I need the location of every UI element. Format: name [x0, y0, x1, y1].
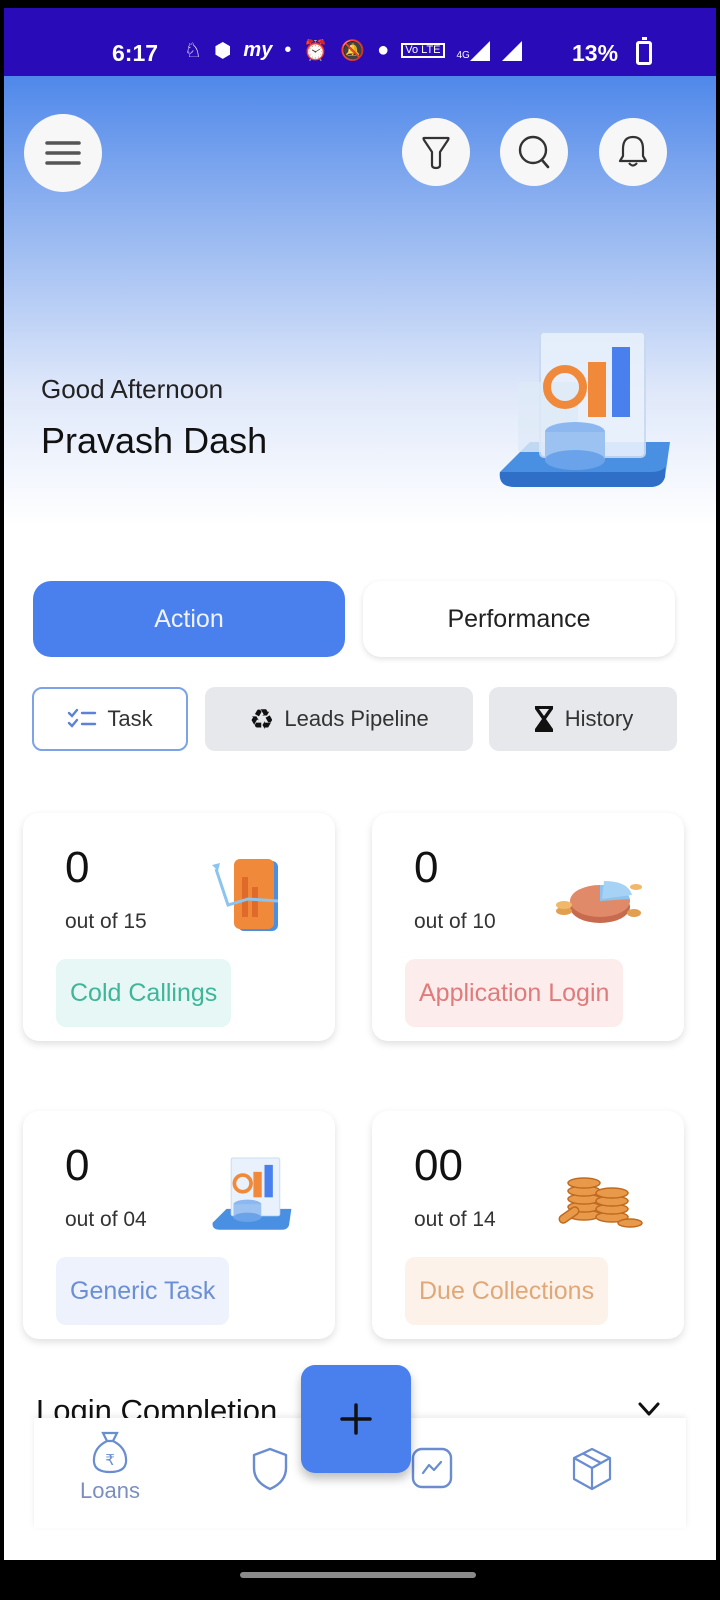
tab-action[interactable]: Action — [33, 581, 345, 657]
filter-button[interactable] — [402, 118, 470, 186]
user-name: Pravash Dash — [41, 420, 268, 461]
dot-icon: • — [284, 39, 292, 61]
card-count: 0 — [65, 843, 90, 892]
signal-4g-icon: 4G — [457, 40, 490, 61]
location-icon: ● — [377, 39, 390, 61]
plus-icon — [340, 1403, 372, 1435]
recycle-icon: ♻ — [249, 703, 275, 735]
chip-task[interactable]: Task — [32, 687, 188, 751]
home-indicator[interactable] — [240, 1572, 476, 1578]
battery-icon — [636, 37, 652, 65]
add-button[interactable] — [301, 1365, 411, 1473]
screen: 6:17 ♘ ⬢ my • ⏰ 🔕 ● Vo LTE 4G 13% Good A… — [0, 0, 720, 1600]
card-count: 0 — [414, 843, 439, 892]
hero-header: Good Afternoon Pravash Dash — [4, 76, 716, 526]
status-icons: ♘ ⬢ my • ⏰ 🔕 ● Vo LTE 4G — [184, 38, 522, 63]
pie-coins-illustration — [556, 881, 642, 923]
card-tag: Cold Callings — [56, 959, 232, 1027]
nav-chart[interactable] — [410, 1446, 454, 1490]
card-tag: Due Collections — [405, 1257, 609, 1325]
search-button[interactable] — [500, 118, 568, 186]
app: 6:17 ♘ ⬢ my • ⏰ 🔕 ● Vo LTE 4G 13% Good A… — [4, 8, 716, 1560]
menu-button[interactable] — [24, 114, 102, 192]
hamburger-menu-icon — [45, 141, 81, 165]
bell-muted-icon: 🔕 — [340, 40, 366, 62]
card-subtitle: out of 14 — [414, 1208, 496, 1231]
card-subtitle: out of 04 — [65, 1208, 147, 1231]
bell-icon — [618, 135, 648, 167]
scooter-icon: ♘ — [184, 40, 202, 62]
battery-percent: 13% — [572, 40, 619, 66]
chip-history-label: History — [564, 706, 634, 731]
nav-shield[interactable] — [250, 1446, 290, 1492]
nav-loans-label: Loans — [80, 1478, 140, 1503]
chart-icon — [411, 1447, 453, 1489]
volte-icon: Vo LTE — [401, 43, 445, 58]
tab-performance[interactable]: Performance — [363, 581, 675, 657]
svg-text:₹: ₹ — [105, 1451, 115, 1469]
card-count: 0 — [65, 1141, 90, 1190]
card-tag: Generic Task — [56, 1257, 230, 1325]
app-icon: ⬢ — [213, 40, 232, 62]
phone-chart-illustration — [212, 859, 279, 931]
card-application-login[interactable]: 0 out of 10 Application Login — [372, 813, 684, 1041]
card-subtitle: out of 15 — [65, 910, 147, 933]
chip-task-label: Task — [107, 706, 153, 731]
card-cold-callings[interactable]: 0 out of 15 Cold Callings — [23, 813, 335, 1041]
greeting-text: Good Afternoon — [41, 374, 224, 404]
signal-icon — [501, 40, 522, 61]
dashboard-illustration — [212, 1157, 292, 1230]
status-bar: 6:17 ♘ ⬢ my • ⏰ 🔕 ● Vo LTE 4G 13% — [4, 8, 716, 76]
card-count: 00 — [414, 1141, 463, 1190]
dashboard-illustration — [499, 331, 670, 487]
myapp-icon: my — [243, 39, 273, 61]
alarm-icon: ⏰ — [303, 40, 329, 62]
card-due-collections[interactable]: 00 out of 14 Due Collections — [372, 1111, 684, 1339]
checklist-icon — [68, 708, 97, 728]
box-icon — [572, 1447, 612, 1491]
hourglass-icon — [534, 706, 553, 732]
status-time: 6:17 — [112, 40, 159, 66]
card-subtitle: out of 10 — [414, 910, 496, 933]
search-icon — [518, 135, 550, 169]
filter-icon — [422, 136, 450, 170]
nav-box[interactable] — [570, 1446, 614, 1492]
nav-loans[interactable]: ₹ Loans — [80, 1430, 140, 1504]
money-bag-rupee-icon: ₹ — [92, 1431, 128, 1474]
notifications-button[interactable] — [599, 118, 667, 186]
card-tag: Application Login — [405, 959, 624, 1027]
chip-leads-label: Leads Pipeline — [284, 706, 429, 731]
chip-leads-pipeline[interactable]: ♻ Leads Pipeline — [205, 687, 473, 751]
chip-history[interactable]: History — [489, 687, 677, 751]
coins-stack-illustration — [558, 1177, 643, 1228]
card-generic-task[interactable]: 0 out of 04 Generic Task — [23, 1111, 335, 1339]
shield-icon — [252, 1447, 288, 1491]
